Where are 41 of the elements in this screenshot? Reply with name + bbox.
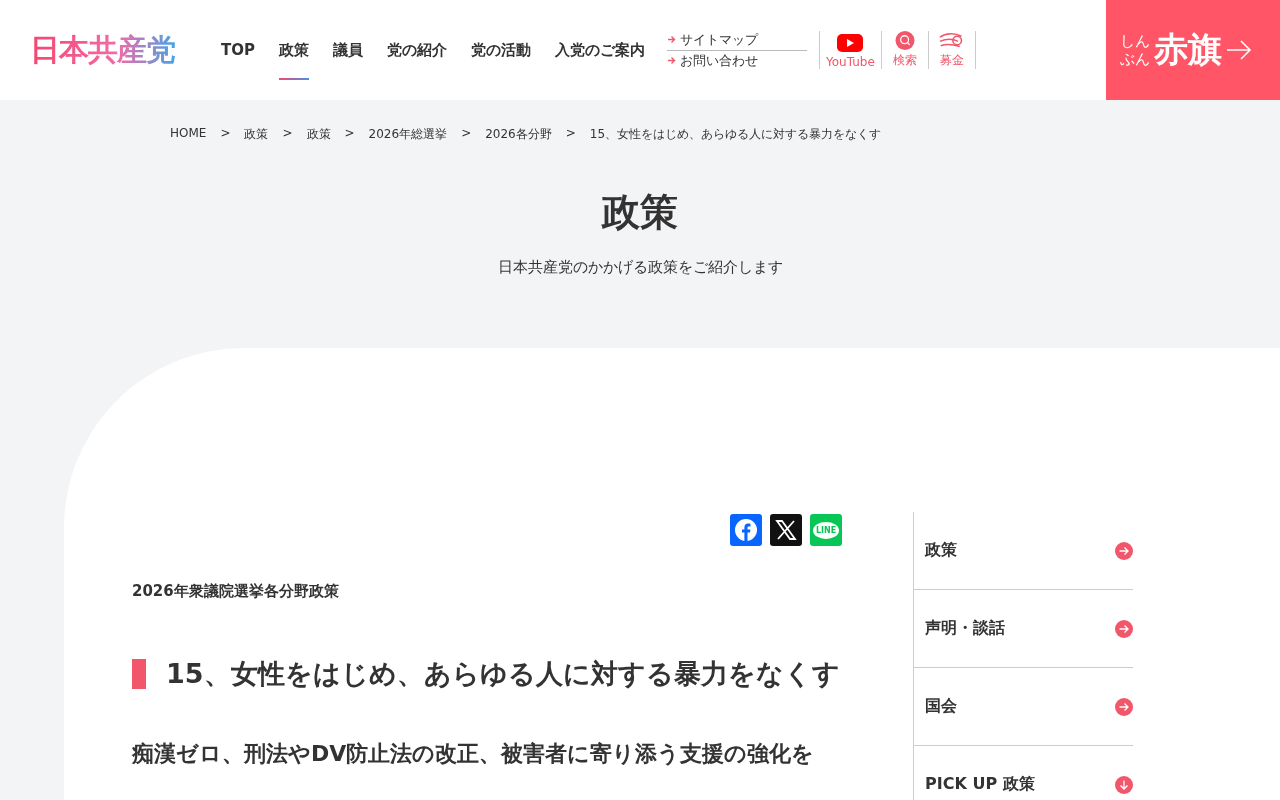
header-link[interactable]: お問い合わせ: [667, 50, 807, 71]
nav-link[interactable]: 党の紹介: [375, 0, 459, 100]
breadcrumb-separator: >: [344, 126, 355, 142]
sidebar-link[interactable]: 国会: [914, 668, 1133, 746]
arrow-right-icon: [1115, 541, 1133, 560]
sidebar-link[interactable]: 声明・談話: [914, 590, 1133, 668]
breadcrumb-separator: >: [220, 126, 231, 142]
breadcrumb-link[interactable]: HOME: [170, 126, 207, 143]
arrow-right-icon: [1115, 697, 1133, 716]
nav-link[interactable]: 議員: [321, 0, 375, 100]
nav-link[interactable]: 入党のご案内: [543, 0, 657, 100]
arrow-right-icon: [1226, 40, 1252, 60]
arrow-down-icon: [1115, 775, 1133, 794]
arrow-right-icon: [667, 35, 676, 44]
x-share-button[interactable]: [770, 514, 802, 546]
section-subheading: 痴漢ゼロ、刑法やDV防止法の改正、被害者に寄り添う支援の強化を: [132, 740, 816, 768]
arrow-right-icon: [1115, 619, 1133, 638]
breadcrumb-separator: >: [461, 126, 472, 142]
breadcrumb-link[interactable]: 2026各分野: [485, 126, 552, 143]
arrow-right-icon: [667, 56, 676, 65]
sidebar-link[interactable]: 政策: [914, 512, 1133, 590]
breadcrumb-link[interactable]: 政策: [244, 126, 269, 143]
x-logo-icon: [775, 520, 797, 540]
breadcrumb-separator: >: [565, 126, 576, 142]
breadcrumb-link[interactable]: 2026年総選挙: [368, 126, 448, 143]
page-title: 政策: [602, 189, 678, 236]
nav-link[interactable]: 党の活動: [459, 0, 543, 100]
breadcrumb-link[interactable]: 15、女性をはじめ、あらゆる人に対する暴力をなくす: [589, 126, 882, 143]
f-logo-icon: [734, 518, 758, 542]
header-link[interactable]: サイトマップ: [667, 29, 807, 51]
category-label: 2026年衆議院選挙各分野政策: [132, 582, 340, 601]
nav-link[interactable]: 政策: [267, 0, 321, 100]
sidebar-link[interactable]: PICK UP 政策: [914, 746, 1133, 800]
search-icon: [892, 31, 917, 50]
page-subtitle: 日本共産党のかかげる政策をご紹介します: [497, 258, 783, 277]
play-icon: [837, 33, 864, 53]
section-heading: 15、女性をはじめ、あらゆる人に対する暴力をなくす: [132, 659, 842, 689]
breadcrumb-separator: >: [282, 126, 293, 142]
nav-link[interactable]: TOP: [209, 0, 267, 100]
facebook-share-button[interactable]: [730, 514, 762, 546]
breadcrumb-link[interactable]: 政策: [306, 126, 331, 143]
